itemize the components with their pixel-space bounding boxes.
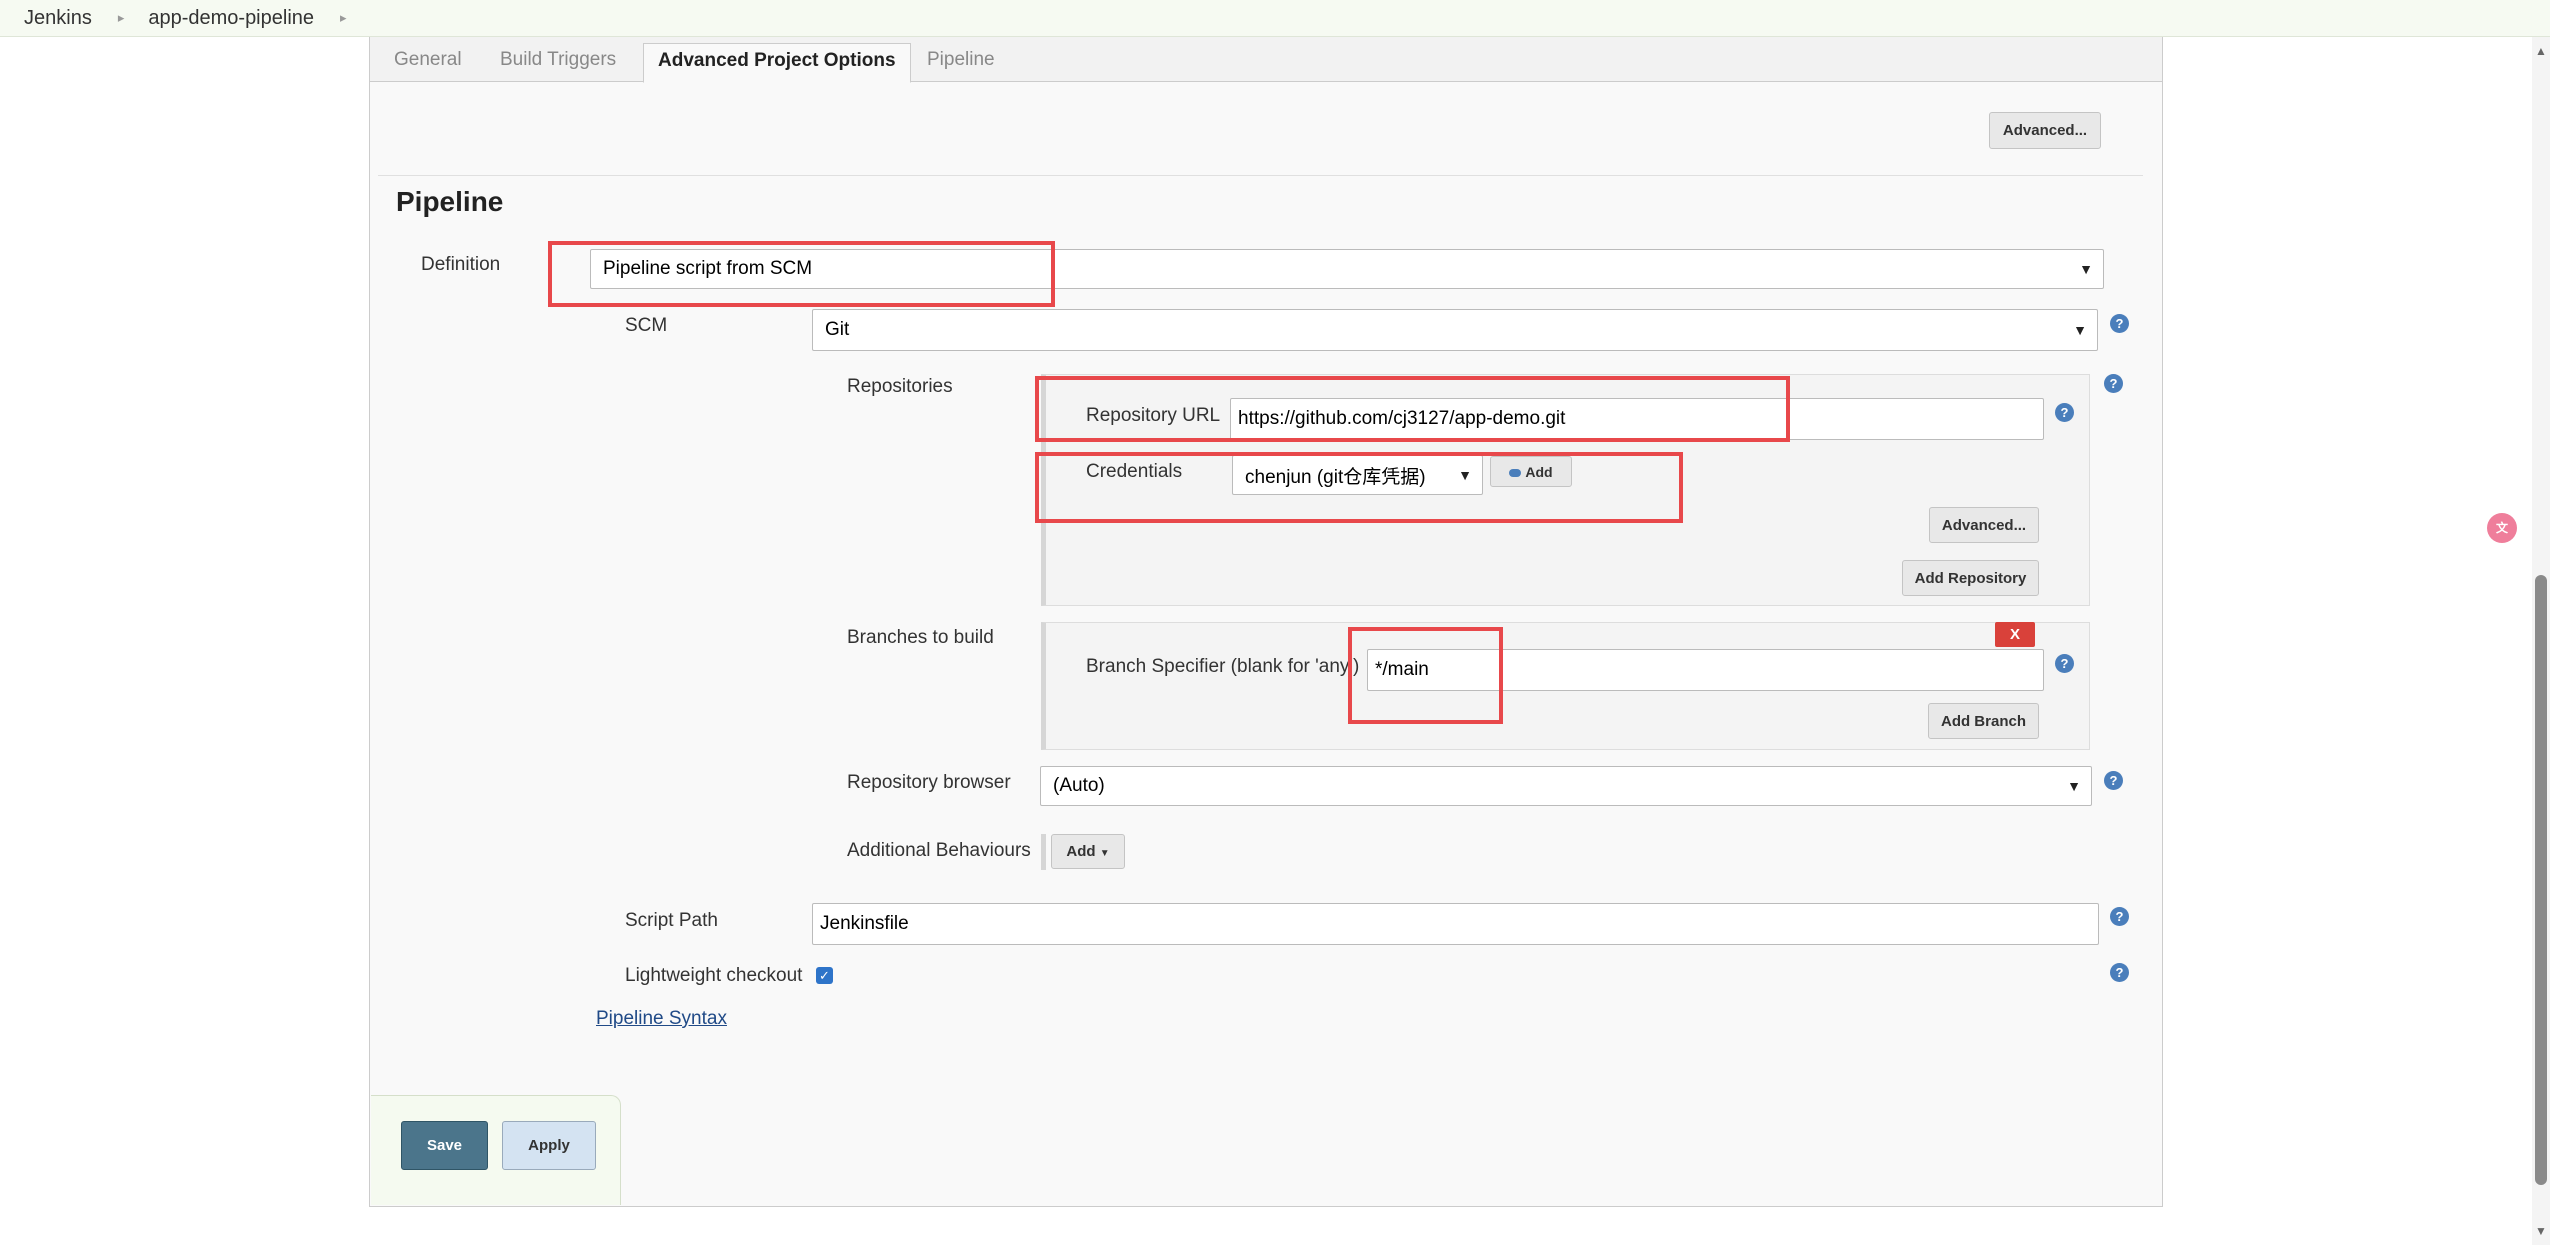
scm-label: SCM <box>625 315 668 336</box>
add-branch-button[interactable]: Add Branch <box>1928 703 2039 739</box>
section-divider <box>378 175 2143 176</box>
lightweight-checkout-label: Lightweight checkout <box>625 965 803 986</box>
branches-label: Branches to build <box>847 627 994 648</box>
tab-advanced-project-options[interactable]: Advanced Project Options <box>643 43 911 83</box>
additional-behaviours-bar <box>1041 834 1046 870</box>
script-path-input[interactable]: Jenkinsfile <box>812 903 2099 945</box>
chevron-down-icon: ▼ <box>2067 778 2081 794</box>
breadcrumb-chevron-icon[interactable]: ▸ <box>118 10 125 26</box>
scm-value: Git <box>825 319 850 340</box>
breadcrumb-chevron-icon[interactable]: ▸ <box>340 10 347 26</box>
help-icon[interactable]: ? <box>2110 963 2129 982</box>
lightweight-checkout-checkbox[interactable]: ✓ <box>816 967 833 984</box>
additional-behaviours-add-button[interactable]: Add ▼ <box>1051 834 1125 869</box>
scm-select[interactable]: Git ▼ <box>812 309 2098 351</box>
caret-down-icon: ▼ <box>1099 848 1110 859</box>
branch-specifier-label: Branch Specifier (blank for 'any') <box>1086 656 1360 677</box>
help-icon[interactable]: ? <box>2055 403 2074 422</box>
pipeline-section-title: Pipeline <box>396 186 504 217</box>
pipeline-syntax-link[interactable]: Pipeline Syntax <box>596 1008 727 1030</box>
additional-behaviours-add-label: Add <box>1066 843 1096 860</box>
top-advanced-button[interactable]: Advanced... <box>1989 112 2101 149</box>
translate-icon[interactable]: 文 <box>2487 513 2517 543</box>
breadcrumb-app-demo-pipeline[interactable]: app-demo-pipeline <box>148 7 314 30</box>
highlight-repository-url <box>1035 376 1790 442</box>
help-icon[interactable]: ? <box>2055 654 2074 673</box>
help-icon[interactable]: ? <box>2110 907 2129 926</box>
repo-browser-label: Repository browser <box>847 772 1011 793</box>
help-icon[interactable]: ? <box>2110 314 2129 333</box>
config-tabbar: General Build Triggers Advanced Project … <box>370 37 2162 83</box>
highlight-credentials <box>1035 452 1683 523</box>
breadcrumb: Jenkins ▸ app-demo-pipeline ▸ <box>0 0 2550 37</box>
tab-pipeline[interactable]: Pipeline <box>913 43 1009 83</box>
tab-build-triggers[interactable]: Build Triggers <box>486 43 630 83</box>
help-icon[interactable]: ? <box>2104 374 2123 393</box>
add-repository-button[interactable]: Add Repository <box>1902 560 2039 596</box>
highlight-definition <box>548 241 1055 307</box>
repo-advanced-button[interactable]: Advanced... <box>1929 507 2039 543</box>
script-path-label: Script Path <box>625 910 718 931</box>
apply-button[interactable]: Apply <box>502 1121 596 1170</box>
repositories-label: Repositories <box>847 376 953 397</box>
chevron-down-icon: ▼ <box>2079 261 2093 277</box>
scrollbar-thumb[interactable] <box>2535 575 2547 1185</box>
tab-general[interactable]: General <box>380 43 476 83</box>
repo-browser-value: (Auto) <box>1053 775 1105 796</box>
definition-label: Definition <box>421 254 501 275</box>
scroll-up-icon[interactable]: ▲ <box>2535 44 2547 58</box>
chevron-down-icon: ▼ <box>2073 322 2087 338</box>
delete-branch-button[interactable]: X <box>1995 622 2035 647</box>
repo-browser-select[interactable]: (Auto) ▼ <box>1040 766 2092 806</box>
save-button[interactable]: Save <box>401 1121 488 1170</box>
highlight-branch-specifier <box>1348 627 1503 724</box>
additional-behaviours-label: Additional Behaviours <box>847 840 1031 861</box>
scroll-down-icon[interactable]: ▼ <box>2535 1224 2547 1238</box>
breadcrumb-jenkins[interactable]: Jenkins <box>24 7 92 30</box>
help-icon[interactable]: ? <box>2104 771 2123 790</box>
